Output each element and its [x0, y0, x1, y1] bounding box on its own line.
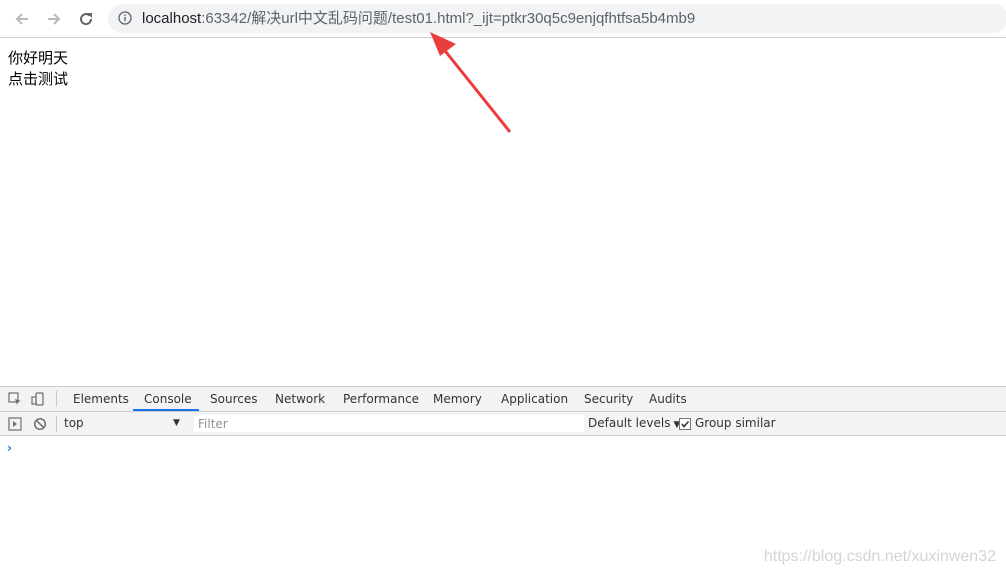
clear-console-icon[interactable] [33, 417, 47, 431]
device-toggle-icon[interactable] [31, 392, 45, 406]
group-similar-label[interactable]: Group similar [695, 412, 776, 435]
log-levels-dropdown[interactable]: Default levels ▼ [588, 412, 680, 435]
console-filter-input[interactable] [194, 415, 584, 432]
tab-console[interactable]: Console [144, 387, 192, 411]
toolbar-divider [56, 391, 57, 407]
tab-security[interactable]: Security [584, 387, 633, 411]
execution-context-select[interactable]: top [64, 412, 184, 435]
checkmark-icon [681, 420, 690, 428]
log-levels-label: Default levels [588, 416, 671, 430]
tab-memory[interactable]: Memory [433, 387, 482, 411]
console-prompt[interactable]: › [7, 441, 12, 455]
active-tab-indicator [133, 409, 199, 411]
watermark: https://blog.csdn.net/xuxinwen32 [763, 548, 996, 565]
devtools-tabbar: Elements Console Sources Network Perform… [0, 387, 1006, 412]
sidebar-toggle-icon[interactable] [8, 417, 22, 431]
chevron-down-icon: ▼ [173, 418, 180, 428]
tab-application[interactable]: Application [501, 387, 568, 411]
tab-sources[interactable]: Sources [210, 387, 257, 411]
tab-network[interactable]: Network [275, 387, 325, 411]
inspect-element-icon[interactable] [8, 392, 22, 406]
tab-elements[interactable]: Elements [73, 387, 129, 411]
tab-performance[interactable]: Performance [343, 387, 419, 411]
console-toolbar: top ▼ Default levels▼ Group similar [0, 412, 1006, 436]
group-similar-checkbox[interactable] [679, 418, 691, 430]
toolbar-divider [56, 416, 57, 432]
tab-audits[interactable]: Audits [649, 387, 687, 411]
